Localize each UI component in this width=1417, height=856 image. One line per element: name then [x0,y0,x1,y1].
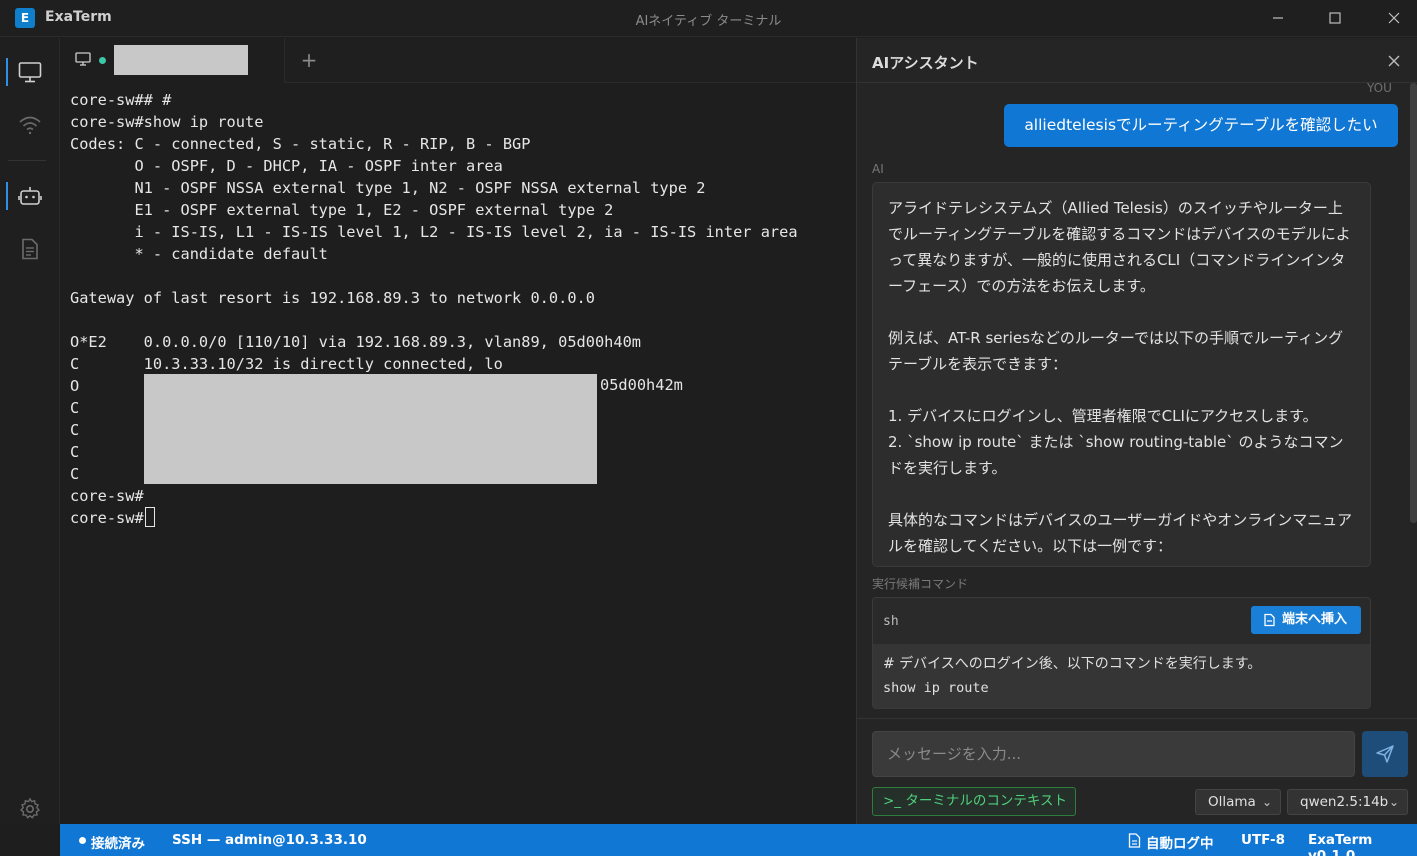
robot-icon [18,187,42,205]
command-language: sh [883,614,899,629]
ai-paragraph: 具体的なコマンドはデバイスのユーザーガイドやオンラインマニュアルを確認してくださ… [888,511,1352,555]
window-title: AIネイティブ ターミナル [635,14,782,29]
terminal-context-label: ターミナルのコンテキスト [905,793,1067,809]
terminal-line: O - OSPF, D - DHCP, IA - OSPF inter area [70,157,503,175]
terminal-line: O*E2 0.0.0.0/0 [110/10] via 192.168.89.3… [70,333,641,351]
redacted-tab-title [114,45,248,75]
ai-paragraph: 例えば、AT-R seriesなどのルーターでは以下の手順でルーティングテーブル… [888,329,1344,373]
gear-icon [19,797,41,819]
user-message: alliedtelesisでルーティングテーブルを確認したい [1004,104,1398,147]
maximize-button[interactable] [1321,6,1349,30]
terminal-line: core-sw#show ip route [70,113,264,131]
provider-select[interactable]: Ollama ⌄ [1195,789,1281,815]
maximize-icon [1329,12,1341,24]
chat-scrollbar[interactable] [1410,83,1417,523]
close-icon [1388,55,1400,67]
activity-ai-assistant[interactable] [0,176,60,216]
connection-status: 接続済み [91,836,145,852]
status-dot [79,837,86,844]
terminal-context-button[interactable]: >_ ターミナルのコンテキスト [872,787,1076,816]
terminal-line: Codes: C - connected, S - static, R - RI… [70,135,531,153]
command-section-label: 実行候補コマンド [872,577,969,591]
activity-divider [8,160,46,161]
terminal-line: E1 - OSPF external type 1, E2 - OSPF ext… [70,201,614,219]
command-code: # デバイスへのログイン後、以下のコマンドを実行します。 show ip rou… [873,644,1370,708]
ssh-session: SSH — admin@10.3.33.10 [172,832,367,848]
ai-panel-title: AIアシスタント [872,54,979,72]
encoding[interactable]: UTF-8 [1241,832,1285,848]
ai-paragraph: アライドテレシステムズ（Allied Telesis）のスイッチやルーター上でル… [888,199,1351,295]
document-icon [22,238,38,260]
activity-terminal[interactable] [0,52,60,92]
ai-message: アライドテレシステムズ（Allied Telesis）のスイッチやルーター上でル… [872,182,1371,567]
insert-button-label: 端末へ挿入 [1282,612,1348,627]
chevron-down-icon: ⌄ [1261,795,1272,809]
terminal-line: i - IS-IS, L1 - IS-IS level 1, L2 - IS-I… [70,223,798,241]
monitor-icon [75,52,91,66]
terminal-line: core-sw## # [70,91,172,109]
status-bar: 接続済み SSH — admin@10.3.33.10 自動ログ中 UTF-8 … [60,824,1417,856]
log-file-icon [1128,833,1141,848]
terminal-line: C 10.3.33.10/32 is directly connected, l… [70,355,503,373]
route-uptime: 05d00h42m [600,376,683,394]
title-bar: E ExaTerm AIネイティブ ターミナル [0,0,1417,37]
insert-to-terminal-button[interactable]: 端末へ挿入 [1251,606,1361,634]
app-version: ExaTerm v0.1.0 [1308,832,1373,856]
ai-paragraph: 1. デバイスにログインし、管理者権限でCLIにアクセスします。 2. `sho… [888,407,1344,477]
monitor-icon [18,62,42,83]
ai-assistant-panel: AIアシスタント YOU alliedtelesisでルーティングテーブルを確認… [856,38,1417,824]
activity-connections[interactable] [0,105,60,145]
auto-log-status[interactable]: 自動ログ中 [1128,832,1214,852]
redacted-routes [144,374,597,484]
chevron-down-icon: ⌄ [1388,795,1399,809]
terminal-prompt-line: core-sw# [70,507,850,529]
minimize-icon [1273,17,1283,19]
suggested-command: sh 端末へ挿入 # デバイスへのログイン後、以下のコマンドを実行します。 sh… [872,597,1371,709]
terminal-line: Gateway of last resort is 192.168.89.3 t… [70,289,595,307]
terminal-line: N1 - OSPF NSSA external type 1, N2 - OSP… [70,179,706,197]
command-text: show ip route [883,680,989,696]
minimize-button[interactable] [1264,6,1292,30]
tab-bar: + [61,38,856,83]
terminal-cursor [144,507,155,527]
close-window-button[interactable] [1380,6,1408,30]
activity-logs[interactable] [0,229,60,269]
chat-input-area: >_ ターミナルのコンテキスト Ollama ⌄ qwen2.5:14b ⌄ [857,718,1417,824]
command-comment: # デバイスへのログイン後、以下のコマンドを実行します。 [883,656,1262,672]
activity-settings[interactable] [0,797,60,824]
ai-label: AI [872,162,884,176]
tab-session[interactable] [61,38,285,83]
connection-status-dot [99,57,106,64]
terminal-line: core-sw# [70,487,144,505]
you-label: YOU [1367,81,1392,95]
send-button[interactable] [1362,731,1408,777]
close-icon [1388,12,1400,24]
send-icon [1376,745,1394,763]
new-tab-button[interactable]: + [297,48,321,72]
activity-bar [0,38,60,824]
wifi-icon [19,116,41,135]
provider-value: Ollama [1208,794,1256,810]
terminal-line: * - candidate default [70,245,328,263]
auto-log-label: 自動ログ中 [1146,836,1214,852]
insert-icon [1264,613,1275,627]
terminal-pane: + core-sw## # core-sw#show ip route Codes:… [61,38,856,824]
ai-panel-close-button[interactable] [1384,51,1404,71]
ai-panel-header: AIアシスタント [857,38,1417,83]
message-input[interactable] [872,731,1355,777]
model-value: qwen2.5:14b [1300,794,1389,810]
model-select[interactable]: qwen2.5:14b ⌄ [1287,789,1408,815]
prompt-icon: >_ [883,793,906,809]
terminal-prompt: core-sw# [70,509,144,527]
